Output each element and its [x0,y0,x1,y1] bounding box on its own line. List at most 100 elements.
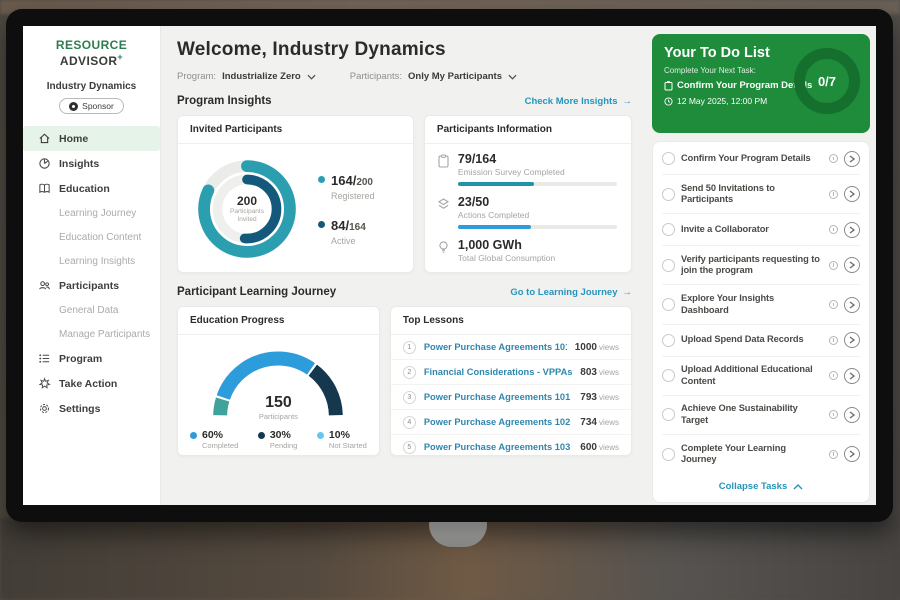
arrow-right-icon: → [623,96,633,107]
sidebar-item-label: General Data [59,305,118,316]
task-open-button[interactable] [844,332,860,348]
task-row: Send 50 Invitations to Participants [662,175,860,214]
education-progress-card: Education Progress 150 Participants [177,306,380,456]
logo-plus: + [117,52,123,62]
sidebar-item-manage-participants[interactable]: Manage Participants [23,322,160,346]
collapse-tasks-link[interactable]: Collapse Tasks [662,473,860,501]
task-checkbox[interactable] [662,408,675,421]
chevron-up-icon [793,484,803,490]
survey-icon [437,154,450,168]
task-checkbox[interactable] [662,188,675,201]
sidebar-item-take-action[interactable]: Take Action [23,371,160,396]
task-row: Confirm Your Program Details [662,143,860,175]
task-checkbox[interactable] [662,334,675,347]
task-open-button[interactable] [844,368,860,384]
sidebar-item-participants[interactable]: Participants [23,273,160,298]
chevron-right-icon [849,372,855,380]
lesson-rank: 4 [403,416,416,429]
chevron-right-icon [849,226,855,234]
sidebar-item-learning-insights[interactable]: Learning Insights [23,249,160,273]
consumption-value: 1,000 GWh [458,238,617,252]
task-row: Verify participants requesting to join t… [662,246,860,285]
active-label: Active [331,236,366,246]
task-row: Complete Your Learning Journey [662,435,860,473]
task-row: Upload Additional Educational Content [662,357,860,396]
settings-icon [38,402,51,415]
learning-journey-cards: Education Progress 150 Participants [177,306,632,456]
sidebar-item-settings[interactable]: Settings [23,396,160,421]
lesson-link[interactable]: Power Purchase Agreements 103 [424,442,572,452]
sidebar-item-home[interactable]: Home [23,126,160,151]
task-open-button[interactable] [844,151,860,167]
sidebar-item-education-content[interactable]: Education Content [23,225,160,249]
participants-information-body: 79/164 Emission Survey Completed 23/50 A… [425,144,631,263]
task-row: Achieve One Sustainability Target [662,396,860,435]
actions-completed-label: Actions Completed [458,210,617,220]
sidebar-item-insights[interactable]: Insights [23,151,160,176]
task-info-icon [829,190,838,199]
lesson-row: 5 Power Purchase Agreements 103 600views [391,435,631,456]
main-content: Welcome, Industry Dynamics Program: Indu… [161,26,644,505]
sidebar-item-learning-journey[interactable]: Learning Journey [23,201,160,225]
sidebar-item-label: Insights [59,158,99,170]
sidebar-item-education[interactable]: Education [23,176,160,201]
task-row: Explore Your Insights Dashboard [662,285,860,324]
task-open-button[interactable] [844,186,860,202]
monitor-bezel: RESOURCE ADVISOR+ Industry Dynamics Spon… [6,9,893,522]
task-checkbox[interactable] [662,448,675,461]
lesson-link[interactable]: Power Purchase Agreements 102 [424,417,572,427]
chevron-right-icon [849,301,855,309]
lesson-link[interactable]: Power Purchase Agreements 101 [424,392,572,402]
task-checkbox[interactable] [662,369,675,382]
task-checkbox[interactable] [662,298,675,311]
consumption-icon [437,240,450,254]
invited-participants-title: Invited Participants [178,116,413,144]
lesson-link[interactable]: Power Purchase Agreements 101 [424,342,567,352]
logo-part-1: RESOURCE [56,38,127,52]
sidebar-item-general-data[interactable]: General Data [23,298,160,322]
task-open-button[interactable] [844,297,860,313]
org-name: Industry Dynamics [23,81,160,92]
actions-progress-track [458,225,617,229]
sidebar-item-label: Manage Participants [59,329,150,340]
program-filter[interactable]: Program: Industrialize Zero [177,71,316,82]
task-label: Complete Your Learning Journey [681,443,823,466]
lesson-rank: 1 [403,341,416,354]
pending-value: 30% [270,429,298,441]
go-to-learning-journey-link[interactable]: Go to Learning Journey → [510,287,632,298]
task-open-button[interactable] [844,222,860,238]
gauge-legend: 60% Completed 30% Pending 10% Not Starte… [178,423,379,450]
emission-survey-progress-track [458,182,617,186]
learning-journey-header: Participant Learning Journey Go to Learn… [177,286,632,298]
participants-count: 150 [203,394,353,412]
task-open-button[interactable] [844,257,860,273]
task-info-icon [829,154,838,163]
check-more-insights-link[interactable]: Check More Insights → [525,96,632,107]
active-value: 84/ [331,218,349,233]
task-checkbox[interactable] [662,152,675,165]
sidebar-nav: Home Insights Education Learning Journey… [23,126,160,421]
sidebar-item-program[interactable]: Program [23,346,160,371]
learning-journey-title: Participant Learning Journey [177,286,336,298]
sidebar-item-label: Education [59,183,110,195]
participants-information-card: Participants Information 79/164 Emission… [424,115,632,273]
legend-completed: 60% Completed [190,429,238,450]
registered-total: 200 [356,177,373,188]
active-total: 164 [349,222,366,233]
program-insights-header: Program Insights Check More Insights → [177,95,632,107]
legend-dot-completed [190,432,197,439]
legend-dot-active [318,221,325,228]
donut-center-label: 200 Participants Invited [188,150,306,268]
task-open-button[interactable] [844,407,860,423]
lesson-link[interactable]: Financial Considerations - VPPAs [424,367,572,377]
task-checkbox[interactable] [662,259,675,272]
task-checkbox[interactable] [662,223,675,236]
legend-active: 84/164 Active [318,217,375,246]
sidebar-item-label: Learning Insights [59,256,135,267]
task-open-button[interactable] [844,446,860,462]
pending-label: Pending [270,441,298,450]
education-progress-title: Education Progress [178,307,379,335]
emission-survey-progress-fill [458,182,534,186]
home-icon [38,132,51,145]
participants-filter[interactable]: Participants: Only My Participants [350,71,517,82]
